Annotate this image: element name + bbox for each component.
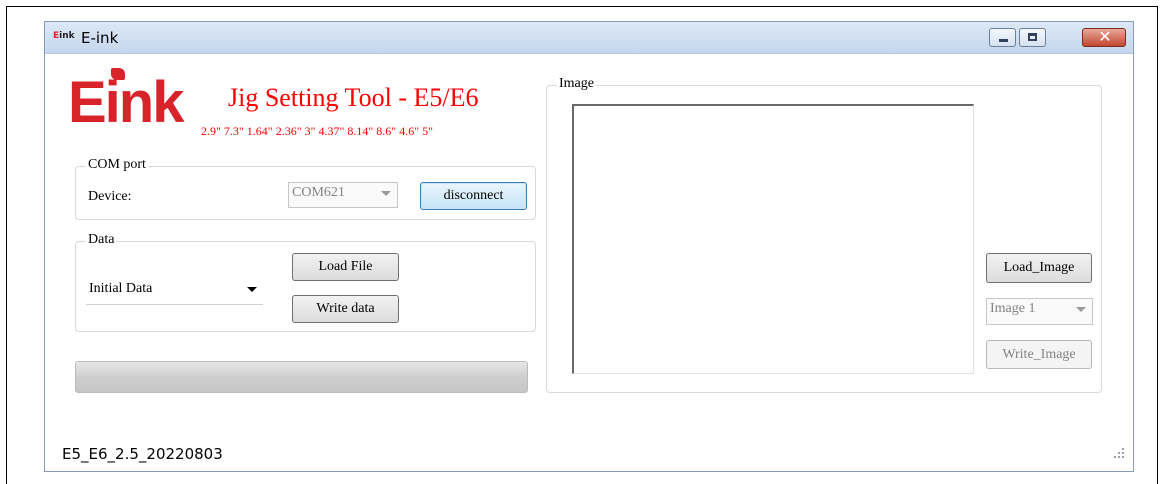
data-legend: Data	[86, 232, 117, 248]
device-label: Device:	[88, 189, 132, 204]
eink-logo: Eink	[68, 70, 184, 135]
close-button[interactable]: ✕	[1082, 27, 1126, 47]
com-port-legend: COM port	[86, 157, 148, 173]
write-progress-bar	[75, 361, 528, 393]
com-port-value: COM621	[292, 185, 345, 200]
minimize-button[interactable]	[989, 28, 1016, 47]
load-image-button[interactable]: Load_Image	[986, 253, 1092, 283]
resize-grip-icon[interactable]	[1112, 446, 1126, 460]
minimize-icon	[999, 39, 1008, 42]
title-bar[interactable]: Eink E-ink ✕	[45, 22, 1133, 54]
image-select-value: Image 1	[990, 301, 1036, 316]
close-icon: ✕	[1098, 27, 1112, 46]
chevron-down-icon	[247, 287, 257, 292]
write-image-button[interactable]: Write_Image	[986, 340, 1092, 369]
app-title: Jig Setting Tool - E5/E6	[228, 83, 479, 112]
image-preview	[572, 104, 974, 374]
com-port-select[interactable]: COM621	[288, 182, 398, 208]
image-select[interactable]: Image 1	[986, 298, 1093, 325]
maximize-button[interactable]	[1019, 28, 1046, 47]
write-data-button[interactable]: Write data	[292, 295, 399, 323]
image-legend: Image	[557, 76, 596, 92]
eink-app-icon: Eink	[53, 31, 75, 41]
maximize-icon	[1028, 33, 1037, 41]
chevron-down-icon	[381, 191, 391, 196]
window-title: E-ink	[81, 29, 119, 47]
version-label: E5_E6_2.5_20220803	[62, 445, 223, 463]
supported-sizes: 2.9" 7.3" 1.64" 2.36" 3" 4.37" 8.14" 8.6…	[201, 124, 433, 138]
data-select[interactable]: Initial Data	[86, 279, 263, 305]
chevron-down-icon	[1076, 307, 1086, 312]
disconnect-button[interactable]: disconnect	[420, 182, 527, 210]
load-file-button[interactable]: Load File	[292, 253, 399, 281]
data-select-value: Initial Data	[89, 281, 153, 296]
